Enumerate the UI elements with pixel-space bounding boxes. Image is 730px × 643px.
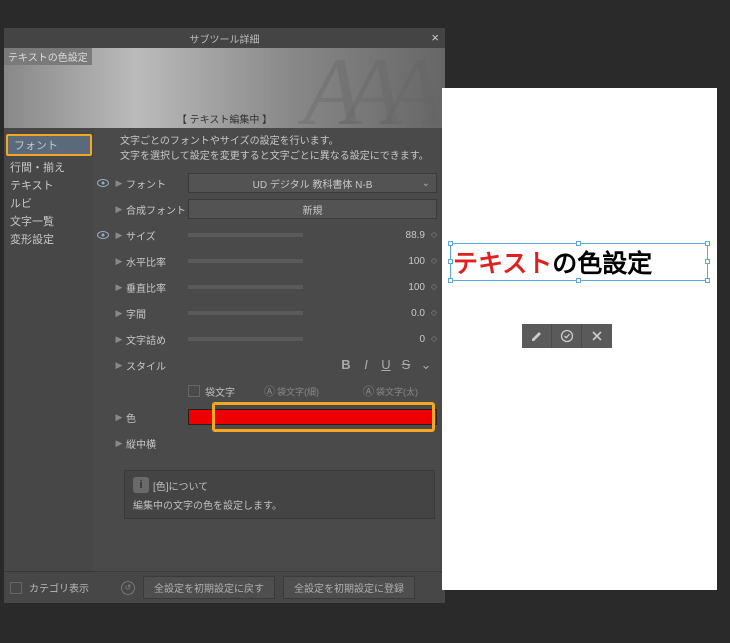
outline-thin-button[interactable]: Ⓐ袋文字(細): [243, 383, 340, 399]
kerning-label: 文字詰め: [126, 332, 188, 347]
cancel-icon[interactable]: [582, 324, 612, 348]
row-color: ▶ 色: [94, 404, 439, 430]
expand-icon[interactable]: ▶: [112, 438, 126, 449]
canvas[interactable]: テキストの色設定: [442, 88, 717, 590]
hratio-label: 水平比率: [126, 254, 188, 269]
bottom-bar: カテゴリ表示 ↺ 全設定を初期設定に戻す 全設定を初期設定に登録: [4, 571, 445, 603]
vratio-value[interactable]: 100: [311, 282, 440, 293]
color-label: 色: [126, 410, 188, 425]
kerning-slider[interactable]: [188, 337, 303, 341]
window-title: サブツール詳細: [190, 31, 260, 46]
reset-icon[interactable]: ↺: [121, 581, 135, 595]
color-swatch[interactable]: [188, 409, 437, 425]
outline-checkbox[interactable]: [188, 385, 200, 397]
row-kerning: ▶ 文字詰め 0: [94, 326, 439, 352]
expand-icon[interactable]: ▶: [112, 412, 126, 423]
row-style: ▶ スタイル B I U S ⌄: [94, 352, 439, 378]
resize-handle[interactable]: [448, 278, 453, 283]
resize-handle[interactable]: [705, 241, 710, 246]
resize-handle[interactable]: [448, 241, 453, 246]
sidebar-item-font[interactable]: フォント: [6, 134, 92, 156]
subtool-detail-panel: サブツール詳細 × テキストの色設定 AAA 【 テキスト編集中 】 フォント …: [4, 28, 445, 603]
sidebar-item-ruby[interactable]: ルビ: [4, 194, 94, 212]
font-label: フォント: [126, 176, 188, 191]
info-body: 編集中の文字の色を設定します。: [133, 497, 426, 512]
expand-icon[interactable]: ▶: [112, 256, 126, 267]
description: 文字ごとのフォントやサイズの設定を行います。 文字を選択して設定を変更すると文字…: [94, 132, 439, 170]
editing-label: 【 テキスト編集中 】: [177, 111, 272, 126]
reset-defaults-button[interactable]: 全設定を初期設定に戻す: [143, 576, 275, 599]
expand-icon[interactable]: ▶: [112, 360, 126, 371]
compfont-label: 合成フォント: [126, 202, 188, 217]
resize-handle[interactable]: [576, 241, 581, 246]
expand-icon[interactable]: ▶: [112, 204, 126, 215]
confirm-icon[interactable]: [552, 324, 582, 348]
decorative-a: AAA: [303, 48, 425, 128]
hratio-value[interactable]: 100: [311, 256, 440, 267]
resize-handle[interactable]: [705, 259, 710, 264]
row-tatechuyoko: ▶ 縦中横: [94, 430, 439, 456]
italic-icon[interactable]: I: [357, 357, 375, 373]
vratio-label: 垂直比率: [126, 280, 188, 295]
size-value[interactable]: 88.9: [311, 230, 440, 241]
size-slider[interactable]: [188, 233, 303, 237]
tracking-value[interactable]: 0.0: [311, 308, 440, 319]
size-label: サイズ: [126, 228, 188, 243]
info-head: [色]について: [153, 478, 208, 493]
style-more-icon[interactable]: ⌄: [417, 357, 435, 373]
sidebar-item-transform[interactable]: 変形設定: [4, 230, 94, 248]
visibility-icon[interactable]: [94, 179, 112, 187]
text-content[interactable]: テキストの色設定: [451, 244, 707, 280]
kerning-value[interactable]: 0: [311, 334, 440, 345]
close-icon[interactable]: ×: [431, 30, 439, 45]
style-label: スタイル: [126, 358, 188, 373]
hratio-slider[interactable]: [188, 259, 303, 263]
resize-handle[interactable]: [705, 278, 710, 283]
save-defaults-button[interactable]: 全設定を初期設定に登録: [283, 576, 415, 599]
tracking-slider[interactable]: [188, 311, 303, 315]
sidebar-item-charlist[interactable]: 文字一覧: [4, 212, 94, 230]
row-outline: 袋文字 Ⓐ袋文字(細) Ⓐ袋文字(太): [94, 378, 439, 404]
row-composite-font: ▶ 合成フォント 新規: [94, 196, 439, 222]
info-icon: i: [133, 477, 149, 493]
expand-icon[interactable]: ▶: [112, 282, 126, 293]
resize-handle[interactable]: [576, 278, 581, 283]
outline-label: 袋文字: [205, 384, 235, 399]
vratio-slider[interactable]: [188, 285, 303, 289]
new-compfont-button[interactable]: 新規: [188, 199, 437, 219]
strike-icon[interactable]: S: [397, 357, 415, 373]
category-checkbox[interactable]: [10, 582, 22, 594]
text-frame[interactable]: テキストの色設定: [450, 243, 708, 281]
expand-icon[interactable]: ▶: [112, 230, 126, 241]
titlebar[interactable]: サブツール詳細 ×: [4, 28, 445, 48]
sidebar-item-line[interactable]: 行間・揃え: [4, 158, 94, 176]
row-font: ▶ フォント UD デジタル 教科書体 N-B: [94, 170, 439, 196]
font-dropdown[interactable]: UD デジタル 教科書体 N-B: [188, 173, 437, 193]
underline-icon[interactable]: U: [377, 357, 395, 373]
bold-icon[interactable]: B: [337, 357, 355, 373]
visibility-icon[interactable]: [94, 231, 112, 239]
header-title: テキストの色設定: [4, 48, 92, 65]
row-tracking: ▶ 字間 0.0: [94, 300, 439, 326]
sidebar-item-text[interactable]: テキスト: [4, 176, 94, 194]
row-size: ▶ サイズ 88.9: [94, 222, 439, 248]
floating-toolbar: [522, 324, 612, 348]
category-sidebar: フォント 行間・揃え テキスト ルビ 文字一覧 変形設定: [4, 128, 94, 571]
row-vratio: ▶ 垂直比率 100: [94, 274, 439, 300]
tracking-label: 字間: [126, 306, 188, 321]
tatechuyoko-label: 縦中横: [126, 436, 188, 451]
expand-icon[interactable]: ▶: [112, 308, 126, 319]
expand-icon[interactable]: ▶: [112, 334, 126, 345]
header-banner: テキストの色設定 AAA 【 テキスト編集中 】: [4, 48, 445, 128]
outline-thick-button[interactable]: Ⓐ袋文字(太): [342, 383, 439, 399]
info-box: i [色]について 編集中の文字の色を設定します。: [124, 470, 435, 519]
expand-icon[interactable]: ▶: [112, 178, 126, 189]
edit-icon[interactable]: [522, 324, 552, 348]
row-hratio: ▶ 水平比率 100: [94, 248, 439, 274]
properties-area: 文字ごとのフォントやサイズの設定を行います。 文字を選択して設定を変更すると文字…: [94, 128, 445, 571]
category-label: カテゴリ表示: [29, 580, 89, 595]
resize-handle[interactable]: [448, 259, 453, 264]
